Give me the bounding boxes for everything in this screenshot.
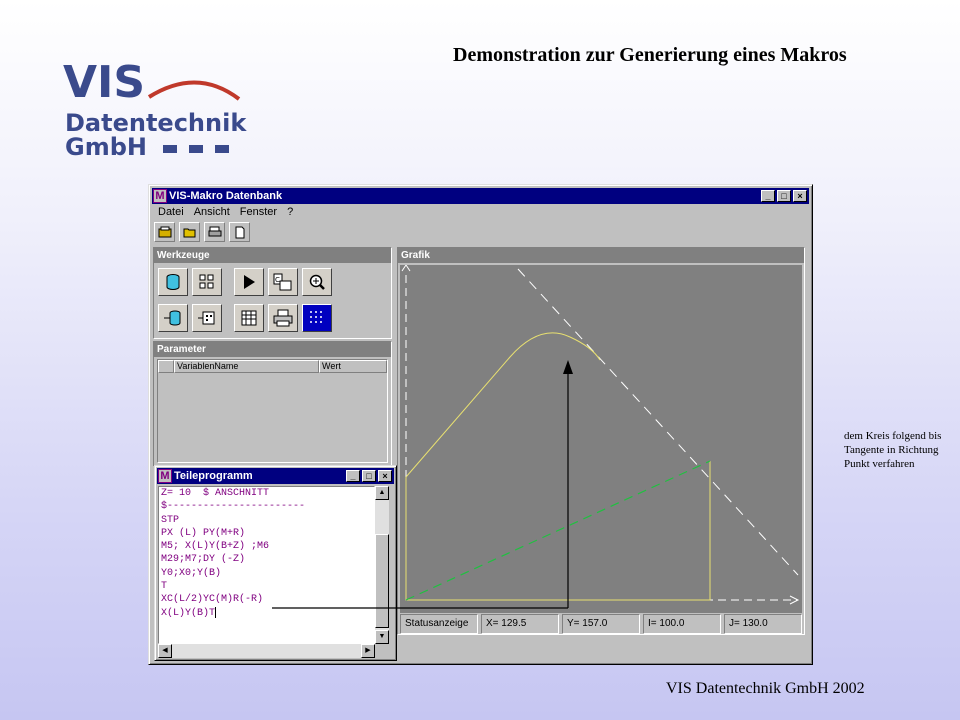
code-line: M5; X(L)Y(B+Z) ;M6: [161, 541, 270, 553]
database-icon[interactable]: [158, 268, 188, 296]
column-header-variablenname[interactable]: VariablenName: [174, 360, 319, 373]
text-caret: [215, 606, 217, 618]
import-db-icon[interactable]: [158, 304, 188, 332]
werkzeuge-header: Werkzeuge: [154, 248, 391, 263]
vis-logo: VIS Datentechnik GmbH: [57, 57, 247, 161]
code-line: PX (L) PY(M+R): [161, 527, 246, 539]
tool-path-arc: [405, 332, 601, 478]
teileprogramm-minimize-button[interactable]: _: [346, 470, 360, 482]
code-line: T: [161, 581, 168, 593]
code-line: Z= 10 $ ANSCHNITT: [161, 488, 270, 499]
minimize-button[interactable]: _: [761, 190, 775, 202]
tool-row-1: C: [158, 268, 332, 296]
print-icon[interactable]: [204, 222, 225, 242]
app-titlebar[interactable]: M VIS-Makro Datenbank _ □ ×: [152, 188, 809, 204]
scroll-down-icon[interactable]: ▼: [375, 630, 389, 644]
annotation-line-2: Tangente in Richtung: [844, 444, 939, 456]
slide-footer: VIS Datentechnik GmbH 2002: [666, 680, 865, 697]
annotation-line-3: Punkt verfahren: [844, 458, 915, 470]
logo-swoosh: [147, 80, 241, 101]
status-x: X= 129.5: [481, 614, 559, 634]
status-j: J= 130.0: [724, 614, 802, 634]
maximize-button[interactable]: □: [777, 190, 791, 202]
logo-dash-3: [215, 145, 229, 153]
code-line-current-text: X(L)Y(B)T: [161, 607, 216, 619]
teileprogramm-title: Teileprogramm: [174, 470, 253, 482]
code-line: M29;M7;DY (-Z): [161, 554, 246, 566]
status-bar: Statusanzeige X= 129.5 Y= 157.0 I= 100.0…: [400, 614, 802, 634]
parameter-table-header: VariablenName Wert: [158, 360, 387, 373]
code-line: XC(L/2)YC(M)R(-R): [161, 594, 264, 606]
teileprogramm-icon[interactable]: M: [158, 469, 172, 483]
menu-fenster[interactable]: Fenster: [235, 205, 282, 221]
dotted-grid-icon[interactable]: [302, 304, 332, 332]
scroll-left-icon[interactable]: ◀: [158, 644, 172, 658]
menu-datei[interactable]: Datei: [153, 205, 189, 221]
close-button[interactable]: ×: [793, 190, 807, 202]
teileprogramm-maximize-button[interactable]: □: [362, 470, 376, 482]
app-title: VIS-Makro Datenbank: [169, 190, 283, 202]
werkzeuge-panel: Werkzeuge C: [153, 247, 392, 339]
status-label: Statusanzeige: [400, 614, 478, 634]
horizontal-scrollbar[interactable]: ◀ ▶: [158, 644, 375, 658]
menu-ansicht[interactable]: Ansicht: [189, 205, 235, 221]
logo-dash-2: [189, 145, 203, 153]
parameter-table[interactable]: VariablenName Wert: [157, 359, 388, 463]
tool-row-2: [158, 304, 332, 332]
vertical-scroll-thumb[interactable]: [375, 534, 389, 628]
vertical-scrollbar[interactable]: ▲ ▼: [375, 486, 389, 644]
scroll-right-icon[interactable]: ▶: [361, 644, 375, 658]
printer-icon[interactable]: [268, 304, 298, 332]
logo-dash-1: [163, 145, 177, 153]
code-line: Y0;X0;Y(B): [161, 567, 222, 579]
teileprogramm-titlebar[interactable]: M Teileprogramm _ □ ×: [157, 468, 394, 484]
parameter-panel: Parameter VariablenName Wert: [153, 341, 392, 467]
svg-text:C: C: [275, 276, 280, 284]
scroll-up-icon[interactable]: ▲: [375, 486, 389, 500]
code-line-current: X(L)Y(B)T: [159, 606, 374, 620]
slide-title: Demonstration zur Generierung eines Makr…: [453, 44, 847, 66]
status-y: Y= 157.0: [562, 614, 640, 634]
menubar: Datei Ansicht Fenster ?: [153, 205, 298, 221]
y-axis-arrow: [401, 264, 411, 272]
open-db-icon[interactable]: [154, 222, 175, 242]
grid-layout-icon[interactable]: [192, 268, 222, 296]
toolbar: [153, 222, 250, 244]
graphic-annotation: dem Kreis folgend bis Tangente in Richtu…: [844, 429, 941, 471]
logo-text-vis: VIS: [63, 57, 145, 108]
menu-help[interactable]: ?: [282, 205, 298, 221]
grafik-panel: Grafik dem Kreis folgend bis Tangente in…: [397, 247, 941, 635]
grafik-header: Grafik: [398, 248, 804, 263]
code-editor[interactable]: Z= 10 $ ANSCHNITT $---------------------…: [158, 486, 375, 644]
teileprogramm-close-button[interactable]: ×: [378, 470, 392, 482]
column-header-index[interactable]: [158, 360, 174, 373]
open-folder-icon[interactable]: [179, 222, 200, 242]
teileprogramm-window: M Teileprogramm _ □ × Z= 10 $ ANSCHNITT …: [154, 465, 397, 661]
annotation-line-1: dem Kreis folgend bis: [844, 430, 942, 442]
column-header-wert[interactable]: Wert: [319, 360, 387, 373]
parameter-header: Parameter: [154, 342, 391, 357]
run-icon[interactable]: [234, 268, 264, 296]
export-icon[interactable]: [192, 304, 222, 332]
compile-icon[interactable]: C: [268, 268, 298, 296]
diagonal-guide-line: [405, 460, 711, 601]
code-line: $-----------------------: [161, 501, 306, 513]
code-line: STP: [161, 514, 180, 526]
app-icon[interactable]: M: [153, 189, 167, 203]
logo-text-gmbh: GmbH: [65, 133, 147, 161]
new-document-icon[interactable]: [229, 222, 250, 242]
graphic-canvas[interactable]: [400, 264, 802, 613]
status-i: I= 100.0: [643, 614, 721, 634]
table-icon[interactable]: [234, 304, 264, 332]
zoom-icon[interactable]: [302, 268, 332, 296]
